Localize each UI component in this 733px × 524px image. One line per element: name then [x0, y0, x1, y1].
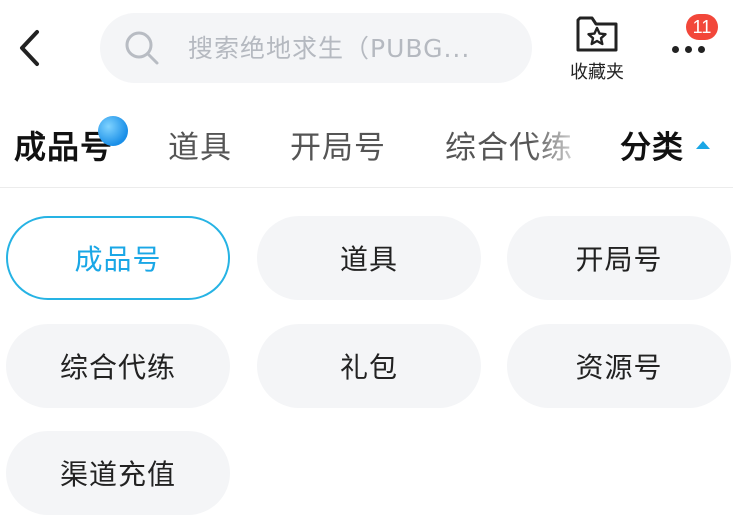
category-grid: 成品号 道具 开局号 综合代练 礼包 资源号 渠道充值: [0, 188, 733, 524]
favorites-button[interactable]: 收藏夹: [560, 10, 634, 84]
category-chip-boosting[interactable]: 综合代练: [6, 324, 230, 408]
caret-up-icon: [696, 140, 710, 149]
favorites-label: 收藏夹: [570, 62, 624, 83]
category-chip-items[interactable]: 道具: [257, 216, 481, 300]
tab-starter-accounts[interactable]: 开局号: [290, 122, 386, 167]
category-chip-channel-recharge[interactable]: 渠道充值: [6, 431, 230, 515]
tab-boosting[interactable]: 综合代练: [445, 122, 573, 167]
new-indicator-dot: [98, 116, 128, 146]
tab-items[interactable]: 道具: [168, 122, 232, 167]
notification-badge: 11: [686, 14, 718, 40]
more-dots-icon: [672, 46, 705, 53]
category-chip-starter-accounts[interactable]: 开局号: [507, 216, 731, 300]
search-input[interactable]: [186, 32, 520, 64]
category-label: 分类: [620, 130, 684, 166]
category-chip-gift-pack[interactable]: 礼包: [257, 324, 481, 408]
top-bar: 收藏夹 11: [0, 0, 733, 95]
search-icon: [124, 30, 160, 66]
category-chip-resource-accounts[interactable]: 资源号: [507, 324, 731, 408]
category-chip-finished-accounts[interactable]: 成品号: [6, 216, 230, 300]
category-toggle[interactable]: 分类: [620, 122, 710, 167]
back-arrow-icon: [20, 30, 39, 66]
search-bar[interactable]: [100, 13, 532, 83]
back-button[interactable]: [10, 24, 50, 72]
more-button[interactable]: 11: [664, 14, 724, 72]
tab-bar: 成品号 道具 开局号 综合代练 分类: [0, 104, 733, 188]
star-folder-icon: [576, 16, 618, 52]
